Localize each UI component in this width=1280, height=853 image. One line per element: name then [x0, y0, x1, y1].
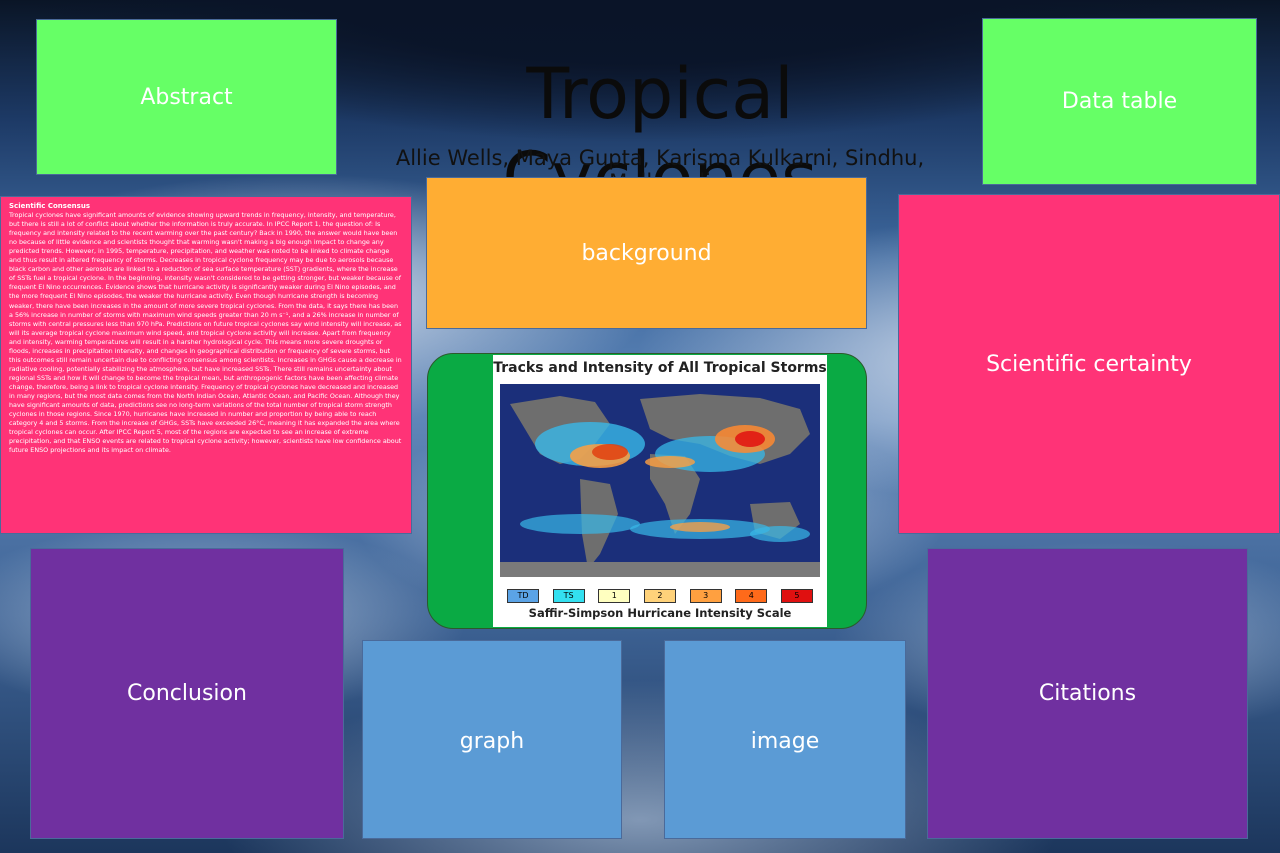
scientific-consensus-box: Scientific Consensus Tropical cyclones h…: [0, 196, 412, 534]
legend-cat-5: 5: [780, 589, 813, 603]
image-label: image: [750, 729, 820, 754]
scientific-certainty-label: Scientific certainty: [986, 351, 1192, 377]
scientific-certainty-box[interactable]: Scientific certainty: [898, 194, 1280, 534]
background-label: background: [581, 240, 712, 266]
abstract-label: Abstract: [140, 84, 233, 110]
image-box[interactable]: image: [664, 640, 906, 839]
legend-td: TD: [507, 589, 539, 603]
storm-map-figure: Tracks and Intensity of All Tropical Sto…: [493, 355, 827, 627]
consensus-heading: Scientific Consensus: [9, 202, 90, 210]
consensus-body: Tropical cyclones have significant amoun…: [9, 211, 402, 455]
legend-cat-2: 2: [643, 589, 676, 603]
citations-label: Citations: [1038, 681, 1137, 706]
storm-track-map: [500, 384, 820, 577]
graph-box[interactable]: graph: [362, 640, 622, 839]
conclusion-box[interactable]: Conclusion: [30, 548, 344, 839]
legend-ts: TS: [552, 589, 585, 603]
citations-box[interactable]: Citations: [927, 548, 1248, 839]
legend-cat-4: 4: [735, 589, 768, 603]
abstract-box[interactable]: Abstract: [36, 19, 337, 175]
legend-cat-1: 1: [598, 589, 631, 603]
data-table-box[interactable]: Data table: [982, 18, 1257, 185]
intensity-scale-label: Saffir-Simpson Hurricane Intensity Scale: [528, 606, 792, 620]
map-title: Tracks and Intensity of All Tropical Sto…: [493, 360, 827, 376]
data-table-label: Data table: [1061, 89, 1178, 114]
conclusion-label: Conclusion: [127, 681, 247, 706]
background-box[interactable]: background: [426, 177, 867, 329]
legend-cat-3: 3: [689, 589, 722, 603]
graph-label: graph: [459, 729, 525, 754]
intensity-legend: TD TS 1 2 3 4 5: [507, 589, 813, 603]
world-map-icon: [500, 384, 820, 577]
